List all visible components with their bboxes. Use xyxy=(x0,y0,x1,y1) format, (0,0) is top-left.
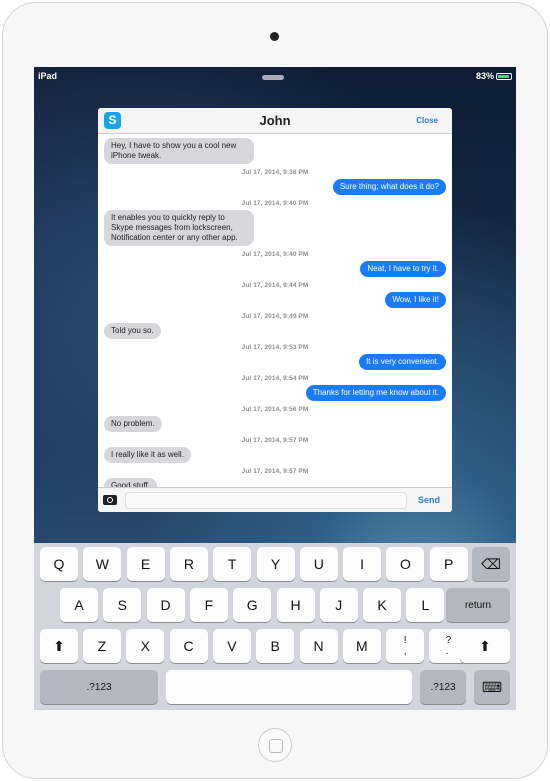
device-label: iPad xyxy=(38,71,58,81)
key-y[interactable]: Y xyxy=(256,547,295,581)
timestamp: Jul 17, 2014, 9:38 PM xyxy=(241,169,309,176)
send-button[interactable]: Send xyxy=(418,495,440,505)
key-q[interactable]: Q xyxy=(40,547,78,581)
key-l[interactable]: L xyxy=(406,588,445,622)
input-bar: Send xyxy=(98,487,452,512)
key-exclamation[interactable]: ! , xyxy=(386,629,425,663)
conversation-title: John xyxy=(259,113,291,128)
message-bubble: No problem. xyxy=(104,416,162,432)
shift-key-right[interactable]: ⬆ xyxy=(460,629,510,663)
message-bubble: Hey, I have to show you a cool new iPhon… xyxy=(104,138,254,164)
timestamp: Jul 17, 2014, 9:57 PM xyxy=(241,437,309,444)
key-g[interactable]: G xyxy=(233,588,272,622)
timestamp: Jul 17, 2014, 9:40 PM xyxy=(241,200,309,207)
key-j[interactable]: J xyxy=(319,588,358,622)
key-z[interactable]: Z xyxy=(83,629,121,663)
message-bubble: Sure thing; what does it do? xyxy=(332,179,446,195)
key-k[interactable]: K xyxy=(363,588,402,622)
message-bubble: It is very convenient. xyxy=(359,354,446,370)
shift-key-left[interactable]: ⬆ xyxy=(40,629,78,663)
outgoing-message: Neat, I have to try it. xyxy=(104,261,446,277)
numbers-key-right[interactable]: .?123 xyxy=(420,670,466,704)
message-bubble: Wow, I like it! xyxy=(385,292,446,308)
timestamp: Jul 17, 2014, 9:40 PM xyxy=(241,251,309,258)
message-bubble: Neat, I have to try it. xyxy=(360,261,446,277)
key-t[interactable]: T xyxy=(213,547,252,581)
message-list[interactable]: Hey, I have to show you a cool new iPhon… xyxy=(98,134,452,487)
timestamp: Jul 17, 2014, 9:57 PM xyxy=(241,468,309,475)
message-input[interactable] xyxy=(125,492,407,509)
key-x[interactable]: X xyxy=(126,629,165,663)
key-o[interactable]: O xyxy=(386,547,425,581)
incoming-message: I really like it as well. xyxy=(104,447,446,463)
key-i[interactable]: I xyxy=(343,547,382,581)
battery-status: 83% xyxy=(476,71,512,83)
timestamp: Jul 17, 2014, 9:44 PM xyxy=(241,282,309,289)
close-button[interactable]: Close xyxy=(416,116,438,125)
home-button[interactable] xyxy=(258,728,292,762)
notification-grabber[interactable] xyxy=(262,75,284,80)
timestamp: Jul 17, 2014, 9:49 PM xyxy=(241,313,309,320)
timestamp: Jul 17, 2014, 9:53 PM xyxy=(241,344,309,351)
timestamp: Jul 17, 2014, 9:54 PM xyxy=(241,375,309,382)
key-n[interactable]: N xyxy=(299,629,338,663)
incoming-message: Hey, I have to show you a cool new iPhon… xyxy=(104,138,446,164)
outgoing-message: Sure thing; what does it do? xyxy=(104,179,446,195)
key-f[interactable]: F xyxy=(189,588,228,622)
key-s[interactable]: S xyxy=(103,588,142,622)
key-h[interactable]: H xyxy=(276,588,315,622)
message-bubble: I really like it as well. xyxy=(104,447,191,463)
key-e[interactable]: E xyxy=(126,547,165,581)
front-camera xyxy=(270,32,279,41)
camera-icon[interactable] xyxy=(103,495,117,505)
key-w[interactable]: W xyxy=(83,547,122,581)
message-bubble: Thanks for letting me know about it. xyxy=(305,385,446,401)
key-c[interactable]: C xyxy=(169,629,208,663)
message-bubble: Told you so. xyxy=(104,323,161,339)
dialog-header: S John Close xyxy=(98,108,452,134)
key-p[interactable]: P xyxy=(429,547,468,581)
numbers-key-left[interactable]: .?123 xyxy=(40,670,158,704)
hide-keyboard-key[interactable]: ⌨ xyxy=(474,670,510,704)
battery-icon xyxy=(496,73,512,81)
incoming-message: Told you so. xyxy=(104,323,446,339)
message-bubble: Good stuff. xyxy=(104,478,157,487)
key-d[interactable]: D xyxy=(146,588,185,622)
quick-reply-dialog: S John Close Hey, I have to show you a c… xyxy=(98,108,452,512)
backspace-key[interactable]: ⌫ xyxy=(472,547,510,581)
timestamp: Jul 17, 2014, 9:56 PM xyxy=(241,406,309,413)
key-a[interactable]: A xyxy=(60,588,98,622)
key-u[interactable]: U xyxy=(299,547,338,581)
incoming-message: No problem. xyxy=(104,416,446,432)
space-bar[interactable] xyxy=(166,670,412,704)
skype-icon: S xyxy=(104,112,121,129)
incoming-message: It enables you to quickly reply to Skype… xyxy=(104,210,446,246)
battery-percent: 83% xyxy=(475,71,494,81)
incoming-message: Good stuff. xyxy=(104,478,446,487)
key-b[interactable]: B xyxy=(256,629,295,663)
key-r[interactable]: R xyxy=(169,547,208,581)
message-bubble: It enables you to quickly reply to Skype… xyxy=(104,210,254,246)
return-key[interactable]: return xyxy=(446,588,510,622)
outgoing-message: Wow, I like it! xyxy=(104,292,446,308)
outgoing-message: It is very convenient. xyxy=(104,354,446,370)
outgoing-message: Thanks for letting me know about it. xyxy=(104,385,446,401)
keyboard: Q W E R T Y U I O P ⌫ A S D F G H J K Lreturn ⬆ Z X C V B N M! ,? .… xyxy=(34,543,516,710)
key-v[interactable]: V xyxy=(212,629,251,663)
key-m[interactable]: M xyxy=(342,629,381,663)
screen: iPad 83% S John Close Hey, I have to sho… xyxy=(34,67,516,710)
